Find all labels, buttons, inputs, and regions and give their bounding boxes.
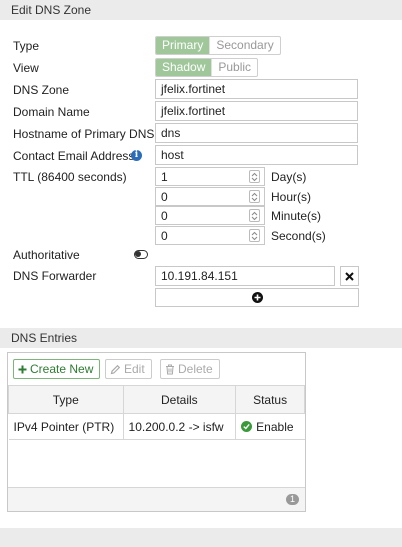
domain-name-input[interactable]: jfelix.fortinet xyxy=(155,101,358,121)
ttl-days-unit: Day(s) xyxy=(271,170,307,184)
type-option-secondary[interactable]: Secondary xyxy=(209,37,279,54)
column-header-type[interactable]: Type xyxy=(8,385,124,414)
close-icon xyxy=(345,271,354,281)
status-text: Enable xyxy=(256,419,294,434)
plus-circle-icon xyxy=(251,292,263,303)
dns-entries-table: Type Details Status IPv4 Pointer (PTR) 1… xyxy=(8,385,305,440)
type-selector: Primary Secondary xyxy=(155,36,281,55)
view-selector: Shadow Public xyxy=(155,58,259,77)
ttl-seconds-unit: Second(s) xyxy=(271,229,326,243)
table-footer: 1 xyxy=(8,487,305,511)
column-header-status[interactable]: Status xyxy=(235,385,305,414)
ttl-days-value: 1 xyxy=(161,170,168,184)
ttl-label: TTL (86400 seconds) xyxy=(13,170,127,184)
table-header-row: Type Details Status xyxy=(8,385,305,414)
authoritative-label: Authoritative xyxy=(13,248,80,262)
cell-type: IPv4 Pointer (PTR) xyxy=(8,413,124,440)
ttl-seconds-input[interactable]: 0 xyxy=(155,226,265,245)
type-option-primary[interactable]: Primary xyxy=(156,37,210,54)
hostname-label: Hostname of Primary DNS xyxy=(13,127,155,141)
entry-count-badge: 1 xyxy=(286,494,299,505)
dns-entries-header: DNS Entries xyxy=(0,328,402,348)
view-label: View xyxy=(13,61,39,75)
delete-label: Delete xyxy=(178,362,213,376)
dns-zone-input[interactable]: jfelix.fortinet xyxy=(155,79,358,99)
hostname-input[interactable]: dns xyxy=(155,123,358,143)
dns-forwarder-label: DNS Forwarder xyxy=(13,269,97,283)
ttl-hours-unit: Hour(s) xyxy=(271,190,312,204)
add-forwarder-button[interactable] xyxy=(155,288,359,307)
contact-email-input[interactable]: host xyxy=(155,145,358,165)
edit-button[interactable]: Edit xyxy=(105,359,152,379)
view-option-public[interactable]: Public xyxy=(211,59,257,76)
create-new-label: Create New xyxy=(30,362,94,376)
ttl-seconds-value: 0 xyxy=(161,229,168,243)
remove-forwarder-button[interactable] xyxy=(340,266,359,286)
ttl-minutes-unit: Minute(s) xyxy=(271,209,322,223)
stepper-icon[interactable] xyxy=(249,170,260,183)
cell-details: 10.200.0.2 -> isfw xyxy=(123,413,237,440)
view-option-shadow[interactable]: Shadow xyxy=(156,59,212,76)
ttl-minutes-input[interactable]: 0 xyxy=(155,206,265,225)
dns-zone-label: DNS Zone xyxy=(13,83,70,97)
edit-label: Edit xyxy=(124,362,145,376)
dns-forwarder-input[interactable]: 10.191.84.151 xyxy=(155,266,335,286)
authoritative-toggle[interactable] xyxy=(134,250,148,259)
bottom-bar xyxy=(0,528,402,547)
column-header-details[interactable]: Details xyxy=(122,385,237,414)
create-new-button[interactable]: Create New xyxy=(13,359,101,379)
cell-status: Enable xyxy=(235,413,305,440)
trash-icon xyxy=(166,364,174,374)
info-icon[interactable]: i xyxy=(131,150,142,161)
stepper-icon[interactable] xyxy=(249,190,260,203)
domain-name-label: Domain Name xyxy=(13,105,90,119)
dns-entries-title: DNS Entries xyxy=(11,331,78,345)
dns-entries-toolbar: Create New Edit Delete xyxy=(8,353,305,383)
page-title: Edit DNS Zone xyxy=(11,3,92,17)
pencil-icon xyxy=(110,364,121,374)
delete-button[interactable]: Delete xyxy=(160,359,220,379)
table-row[interactable]: IPv4 Pointer (PTR) 10.200.0.2 -> isfw En… xyxy=(8,413,305,440)
ttl-days-input[interactable]: 1 xyxy=(155,167,265,186)
plus-icon xyxy=(18,365,27,373)
contact-email-label: Contact Email Address xyxy=(13,149,135,163)
ttl-minutes-value: 0 xyxy=(161,209,168,223)
dns-entries-panel: Create New Edit Delete Type Details Stat… xyxy=(7,352,306,512)
type-label: Type xyxy=(13,39,40,53)
ttl-hours-value: 0 xyxy=(161,190,168,204)
ttl-hours-input[interactable]: 0 xyxy=(155,187,265,206)
check-circle-icon xyxy=(241,420,253,432)
stepper-icon[interactable] xyxy=(249,209,260,222)
stepper-icon[interactable] xyxy=(249,229,260,242)
edit-dns-zone-header: Edit DNS Zone xyxy=(0,0,402,20)
